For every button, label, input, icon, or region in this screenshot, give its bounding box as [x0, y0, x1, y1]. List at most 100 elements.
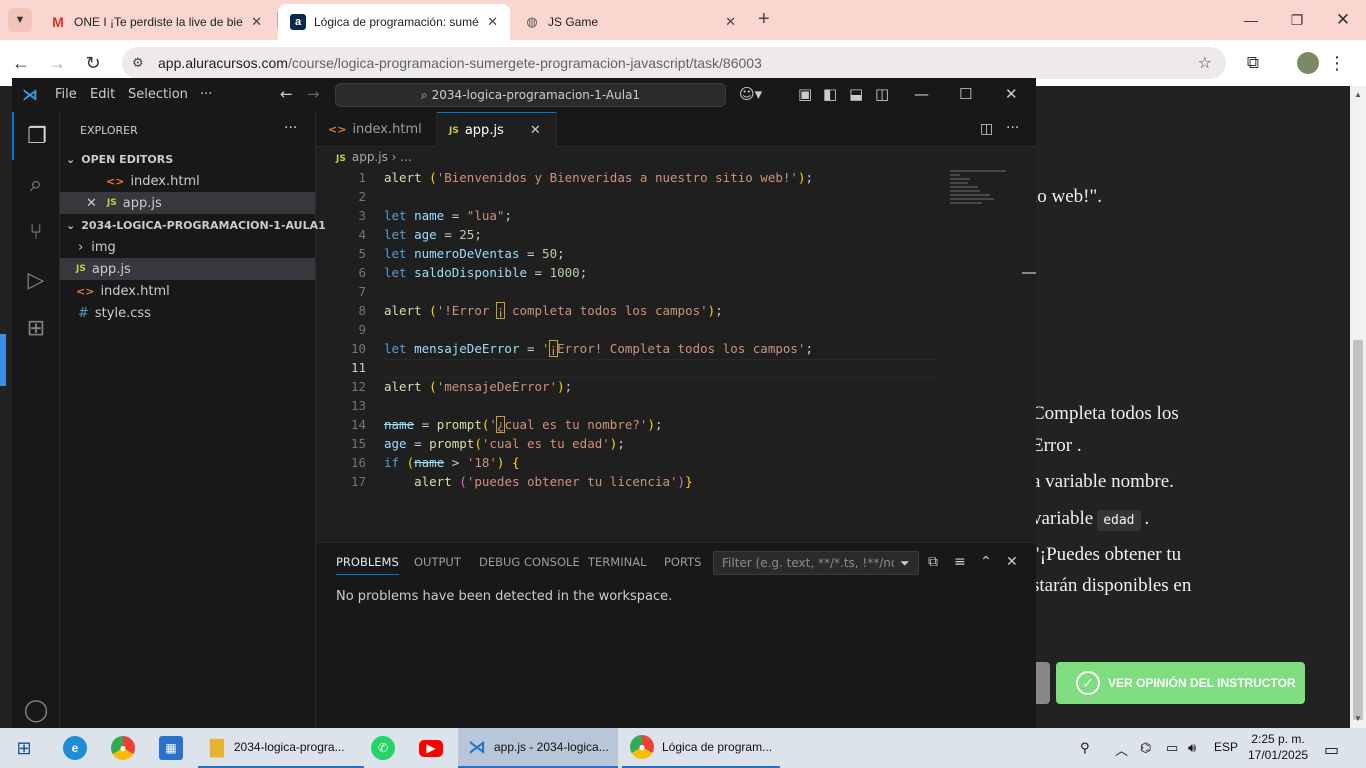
view-as-list-icon[interactable]: ≡: [954, 554, 966, 570]
chrome-window-taskbar-item[interactable]: ● Lógica de program...: [622, 728, 780, 768]
minimize-icon[interactable]: —: [914, 85, 929, 103]
tab-index-html[interactable]: <> index.html: [316, 112, 437, 147]
forward-button[interactable]: →: [42, 48, 72, 78]
menu-more[interactable]: ···: [200, 87, 212, 102]
split-editor-icon[interactable]: ◫: [980, 121, 993, 137]
show-hidden-icons[interactable]: ︿: [1115, 740, 1128, 759]
previous-button[interactable]: [1036, 662, 1050, 704]
menu-file[interactable]: File: [55, 87, 77, 102]
collapse-all-icon[interactable]: ⧉: [928, 554, 938, 570]
folder-header[interactable]: ⌄ 2034-LOGICA-PROGRAMACION-1-AULA1: [60, 214, 326, 236]
clock[interactable]: 2:25 p. m. 17/01/2025: [1248, 731, 1308, 763]
explorer-more-icon[interactable]: ···: [284, 120, 297, 136]
js-file-icon: JS: [449, 125, 459, 136]
edge-taskbar-icon[interactable]: e: [52, 728, 98, 768]
chrome-taskbar-icon[interactable]: ●: [100, 728, 146, 768]
panel-tab-debug-console[interactable]: DEBUG CONSOLE: [479, 555, 580, 569]
globe-icon: ◍: [526, 14, 538, 29]
close-tab-icon[interactable]: ✕: [487, 14, 498, 30]
youtube-taskbar-icon[interactable]: ▶: [408, 728, 454, 768]
line-number: 1: [358, 170, 366, 185]
tab-app-js[interactable]: JS app.js ✕: [437, 112, 557, 148]
whatsapp-taskbar-icon[interactable]: ✆: [360, 728, 406, 768]
panel-tab-terminal[interactable]: TERMINAL: [588, 555, 646, 569]
close-editor-icon[interactable]: ✕: [86, 196, 97, 211]
close-tab-icon[interactable]: ✕: [725, 14, 736, 30]
vscode-taskbar-item[interactable]: ⋊ app.js - 2034-logica...: [458, 728, 618, 768]
file-item[interactable]: # style.css: [60, 302, 315, 324]
restore-button[interactable]: ❐: [1274, 0, 1320, 40]
maximize-panel-icon[interactable]: ⌃: [980, 554, 992, 570]
problems-filter-input[interactable]: Filter (e.g. text, **/*.ts, !**/node...⏷: [713, 551, 919, 575]
toggle-sidebar-icon[interactable]: ◧: [823, 85, 837, 103]
panel-tab-output[interactable]: OUTPUT: [414, 555, 461, 569]
page-scrollbar[interactable]: ▲ ▼: [1350, 86, 1366, 728]
explorer-icon[interactable]: ❐: [12, 112, 60, 160]
scrollbar-thumb[interactable]: [1353, 340, 1363, 720]
network-icon[interactable]: ⌬: [1140, 740, 1151, 756]
panel-tab-problems[interactable]: PROBLEMS: [336, 555, 399, 575]
file-explorer-taskbar-item[interactable]: ▇ 2034-logica-progra...: [198, 728, 364, 768]
search-icon[interactable]: ⌕: [12, 160, 60, 208]
language-indicator[interactable]: ESP: [1214, 740, 1238, 754]
profile-avatar[interactable]: [1297, 52, 1319, 74]
nav-forward-icon[interactable]: →: [307, 85, 320, 103]
instructor-opinion-button[interactable]: ✓ VER OPINIÓN DEL INSTRUCTOR: [1056, 662, 1305, 704]
editor-scroll-indicator[interactable]: [1022, 272, 1036, 274]
store-taskbar-icon[interactable]: ▦: [148, 728, 194, 768]
line-number: 14: [350, 417, 366, 432]
css-file-icon: #: [78, 305, 89, 321]
close-tab-icon[interactable]: ✕: [530, 123, 541, 138]
start-button[interactable]: ⊞: [0, 728, 48, 768]
open-editor-item[interactable]: <> index.html: [60, 170, 315, 192]
open-editors-header[interactable]: ⌄ OPEN EDITORS: [60, 148, 315, 170]
extensions-icon[interactable]: ⊞: [12, 304, 60, 352]
filter-icon[interactable]: ⏷: [900, 556, 910, 571]
back-button[interactable]: ←: [6, 48, 36, 78]
copilot-icon[interactable]: ☺▾: [739, 85, 762, 103]
volume-icon[interactable]: 🔊︎: [1188, 740, 1196, 756]
extensions-button[interactable]: ⧉: [1238, 48, 1268, 78]
people-icon[interactable]: ⚲: [1080, 740, 1090, 756]
tab-search-button[interactable]: ▼: [8, 8, 32, 32]
customize-layout-icon[interactable]: ▣: [798, 85, 812, 103]
close-icon[interactable]: ✕: [1005, 85, 1018, 103]
site-settings-icon[interactable]: ⚙: [132, 55, 152, 71]
minimize-button[interactable]: —: [1228, 0, 1274, 40]
close-panel-icon[interactable]: ✕: [1006, 554, 1018, 570]
run-debug-icon[interactable]: ▷: [12, 256, 60, 304]
close-tab-icon[interactable]: ✕: [251, 14, 262, 30]
browser-tab-gmail[interactable]: M ONE I ¡Te perdiste la live de bie ✕: [38, 4, 274, 40]
source-control-icon[interactable]: ⑂: [12, 208, 60, 256]
toggle-secondary-sidebar-icon[interactable]: ◫: [875, 85, 889, 103]
command-center[interactable]: ⌕ 2034-logica-programacion-1-Aula1: [335, 83, 726, 107]
toggle-panel-icon[interactable]: ⬓: [849, 85, 863, 103]
new-tab-button[interactable]: +: [758, 8, 770, 31]
notifications-icon[interactable]: ▭: [1324, 740, 1339, 760]
folder-item[interactable]: › img: [60, 236, 315, 258]
page-text: a variable nombre.: [1032, 471, 1174, 492]
maximize-icon[interactable]: ☐: [959, 85, 972, 103]
file-item[interactable]: JS app.js: [60, 258, 315, 280]
bookmark-star-icon[interactable]: ☆: [1198, 53, 1212, 73]
line-number: 11: [350, 360, 366, 375]
battery-icon[interactable]: ▭: [1166, 740, 1178, 756]
chrome-menu-button[interactable]: ⋮: [1322, 48, 1352, 78]
reload-button[interactable]: ↻: [78, 48, 108, 78]
minimap[interactable]: [950, 170, 1010, 210]
menu-selection[interactable]: Selection: [128, 87, 188, 102]
file-item[interactable]: <> index.html: [60, 280, 315, 302]
browser-tab-alura[interactable]: a Lógica de programación: sumé ✕: [278, 4, 510, 40]
browser-tab-jsgame[interactable]: ◍ JS Game ✕: [512, 4, 748, 40]
open-editor-item[interactable]: ✕ JS app.js: [60, 192, 315, 214]
editor-more-icon[interactable]: ···: [1006, 120, 1019, 136]
close-window-button[interactable]: ✕: [1320, 0, 1366, 40]
inline-code: edad: [1097, 510, 1141, 531]
account-icon[interactable]: ◯: [12, 686, 60, 734]
code-line: alert ('puedes obtener tu licencia')}: [414, 474, 693, 489]
panel-tab-ports[interactable]: PORTS: [664, 555, 701, 569]
nav-back-icon[interactable]: ←: [280, 85, 293, 103]
address-bar[interactable]: ⚙ app.aluracursos.com/course/logica-prog…: [122, 47, 1226, 79]
code-editor[interactable]: 1 2 3 4 5 6 7 8 9 10 11 12 13 14 15 16 1…: [316, 168, 1036, 538]
menu-edit[interactable]: Edit: [90, 87, 115, 102]
